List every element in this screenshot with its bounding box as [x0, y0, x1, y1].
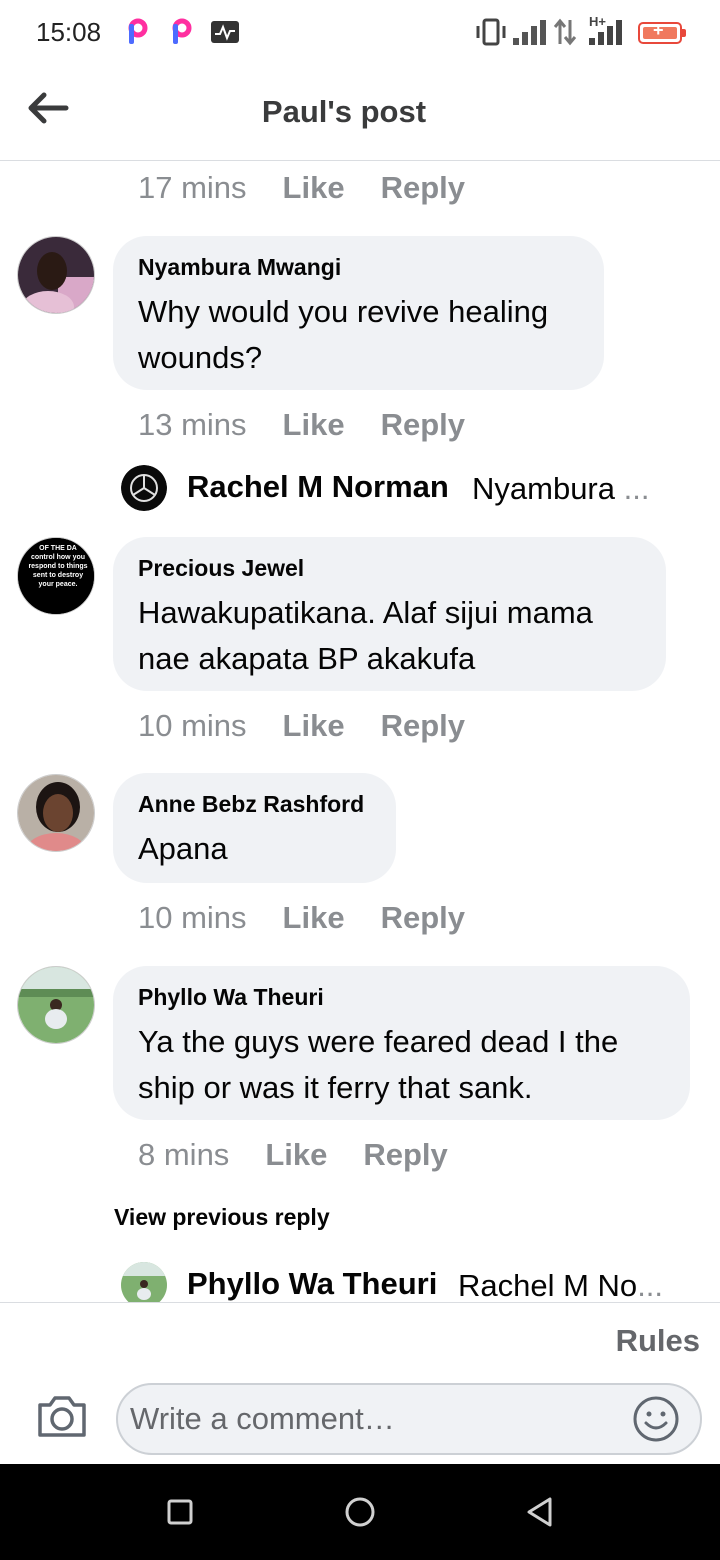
camera-icon[interactable] [36, 1393, 88, 1439]
status-time: 15:08 [36, 17, 102, 47]
reply-snippet: Rachel M No... [458, 1268, 663, 1302]
data-transfer-icon [553, 18, 577, 46]
reply-button[interactable]: Reply [381, 708, 465, 743]
like-button[interactable]: Like [283, 170, 345, 205]
reply-button[interactable]: Reply [381, 170, 465, 205]
status-bar: 15:08 H+ + [0, 0, 720, 66]
reply-preview[interactable]: Phyllo Wa Theuri Rachel M No... [121, 1262, 681, 1302]
comment-meta: 8 mins Like Reply [138, 1137, 448, 1173]
comment-text: Ya the guys were feared dead I the ship … [138, 1024, 619, 1105]
comment-time: 8 mins [138, 1137, 230, 1172]
commenter-name[interactable]: Nyambura Mwangi [138, 254, 578, 281]
reply-author-name: Phyllo Wa Theuri [187, 1266, 438, 1301]
comment-bubble: Precious Jewel Hawakupatikana. Alaf siju… [113, 537, 666, 691]
system-nav-bar [0, 1464, 720, 1560]
battery-charging-icon: + [638, 20, 686, 44]
picsart-icon [172, 18, 192, 44]
comment-meta: 10 mins Like Reply [138, 708, 465, 744]
comment-input[interactable] [130, 1395, 630, 1443]
like-button[interactable]: Like [283, 900, 345, 935]
rules-link[interactable]: Rules [616, 1323, 700, 1359]
like-button[interactable]: Like [265, 1137, 327, 1172]
comment-meta: 17 mins Like Reply [138, 170, 465, 206]
activity-icon [211, 21, 239, 43]
comment-text: Apana [138, 831, 228, 866]
avatar [121, 465, 167, 511]
reply-button[interactable]: Reply [381, 900, 465, 935]
avatar[interactable]: OF THE DA control how you respond to thi… [17, 537, 95, 615]
comment-bubble: Anne Bebz Rashford Apana [113, 773, 396, 883]
reply-author-name: Rachel M Norman [187, 469, 449, 504]
reply-button[interactable]: Reply [381, 407, 465, 442]
comment-field[interactable] [116, 1383, 702, 1455]
avatar [121, 1262, 167, 1302]
comment-text: Why would you revive healing wounds? [138, 294, 549, 375]
like-button[interactable]: Like [283, 708, 345, 743]
vibrate-icon [476, 18, 506, 46]
reply-snippet-text: Rachel M No [458, 1268, 638, 1302]
comment-bubble: Phyllo Wa Theuri Ya the guys were feared… [113, 966, 690, 1120]
reply-snippet: Nyambura ... [472, 471, 649, 507]
reply-button[interactable]: Reply [363, 1137, 447, 1172]
avatar[interactable] [17, 236, 95, 314]
signal-icon [589, 20, 622, 45]
reply-snippet-text: Nyambura [472, 471, 615, 506]
signal-icon [513, 20, 546, 45]
back-icon[interactable] [520, 1492, 560, 1532]
post-header: Paul's post [0, 66, 720, 161]
home-icon[interactable] [340, 1492, 380, 1532]
comment-composer: Rules [0, 1302, 720, 1464]
page-title: Paul's post [261, 94, 427, 129]
comment-time: 17 mins [138, 170, 247, 205]
avatar[interactable] [17, 774, 95, 852]
avatar[interactable] [17, 966, 95, 1044]
comment-time: 13 mins [138, 407, 247, 442]
commenter-name[interactable]: Phyllo Wa Theuri [138, 984, 664, 1011]
ellipsis: ... [623, 471, 650, 506]
commenter-name[interactable]: Anne Bebz Rashford [138, 791, 370, 818]
comment-meta: 13 mins Like Reply [138, 407, 465, 443]
comment-bubble: Nyambura Mwangi Why would you revive hea… [113, 236, 604, 390]
reply-preview[interactable]: Rachel M Norman Nyambura ... [121, 465, 681, 513]
comment-time: 10 mins [138, 900, 247, 935]
picsart-icon [128, 18, 148, 44]
comment-time: 10 mins [138, 708, 247, 743]
comment-meta: 10 mins Like Reply [138, 900, 465, 936]
avatar-quote-text: OF THE DA control how you respond to thi… [28, 545, 88, 588]
commenter-name[interactable]: Precious Jewel [138, 555, 640, 582]
comment-text: Hawakupatikana. Alaf sijui mama nae akap… [138, 595, 593, 676]
smiley-icon[interactable] [632, 1395, 680, 1443]
view-previous-reply-link[interactable]: View previous reply [114, 1204, 330, 1231]
recents-icon[interactable] [160, 1492, 200, 1532]
like-button[interactable]: Like [283, 407, 345, 442]
ellipsis: ... [637, 1268, 664, 1302]
